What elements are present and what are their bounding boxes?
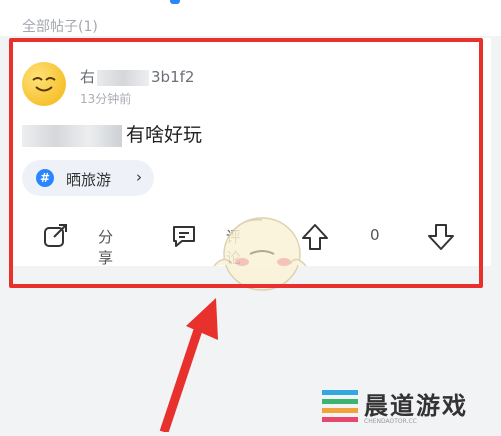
red-arrow-icon [150, 296, 230, 436]
top-bar: 全部帖子(1) [0, 0, 501, 36]
site-watermark: 晨道游戏 CHENDAOTOR.CC [322, 382, 501, 432]
logo-bars-icon [322, 390, 358, 422]
highlight-box [9, 38, 483, 288]
tab-indicator [170, 0, 180, 4]
watermark-title: 晨道游戏 [364, 392, 468, 420]
watermark-sub: CHENDAOTOR.CC [364, 418, 417, 425]
section-label: 全部帖子(1) [22, 19, 98, 35]
